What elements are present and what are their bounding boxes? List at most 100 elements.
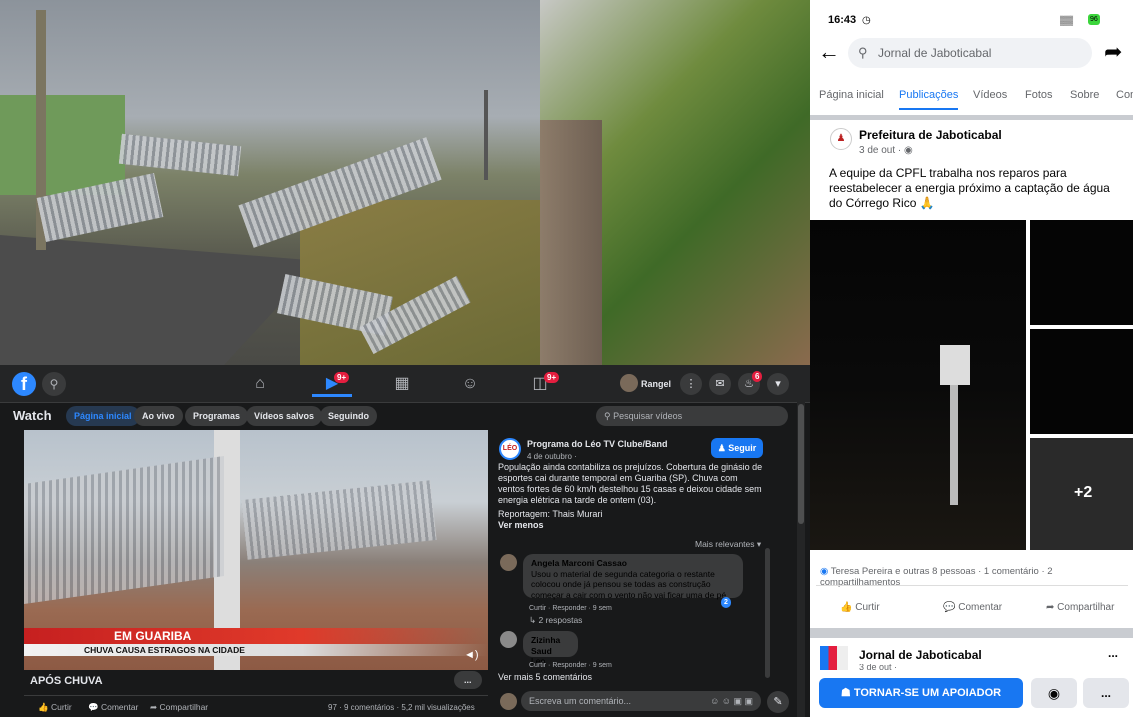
collapsed-roof: [24, 455, 224, 605]
menu-grid-icon[interactable]: ⋮: [680, 373, 702, 395]
account-dropdown-icon[interactable]: ▾: [767, 373, 789, 395]
become-supporter-button[interactable]: ☗ TORNAR-SE UM APOIADOR: [819, 678, 1023, 708]
post-photo-main[interactable]: [810, 220, 1026, 550]
comment-meta[interactable]: Curtir · Responder · 9 sem: [529, 660, 612, 671]
commenter-avatar[interactable]: [500, 631, 517, 648]
back-arrow-icon[interactable]: ←: [818, 40, 840, 64]
bucket-truck: [940, 345, 970, 385]
tab-sobre[interactable]: Sobre: [1070, 89, 1099, 101]
video-more-button[interactable]: ...: [454, 671, 482, 689]
post-photo-2[interactable]: [1030, 220, 1133, 325]
tab-pagina-inicial[interactable]: Página inicial: [819, 89, 884, 101]
more-photos-count[interactable]: +2: [1074, 484, 1092, 502]
like-button[interactable]: 👍 Curtir: [38, 702, 72, 713]
search-icon[interactable]: ⚲: [42, 372, 66, 396]
channel-logo[interactable]: LÉO: [499, 438, 521, 460]
next-post-date[interactable]: 3 de out ·: [859, 664, 897, 671]
chip-programas[interactable]: Programas: [185, 406, 249, 426]
section-divider: [810, 628, 1133, 638]
post-date[interactable]: 3 de out · ◉: [859, 145, 913, 156]
green-building: [0, 95, 125, 195]
chip-pagina-inicial[interactable]: Página inicial: [66, 406, 140, 426]
profile-avatar[interactable]: [620, 374, 638, 392]
commenter-avatar[interactable]: [500, 554, 517, 571]
tab-contact[interactable]: Con: [1116, 89, 1133, 101]
share-label: Compartilhar: [1057, 602, 1115, 613]
commenter-name[interactable]: Angela Marconi Cassao: [531, 558, 735, 569]
prefeitura-logo-icon[interactable]: ♟: [830, 128, 852, 150]
comment-label: Comentar: [100, 702, 139, 712]
comment-reactions[interactable]: 2: [721, 597, 731, 608]
volume-icon[interactable]: ◄): [464, 650, 479, 661]
post-date[interactable]: 4 de outubro ·: [527, 451, 577, 462]
next-post-more[interactable]: ...: [1108, 647, 1118, 659]
storm-damage-photo-left: [0, 0, 540, 365]
facebook-logo-icon[interactable]: f: [12, 372, 36, 396]
tab-fotos[interactable]: Fotos: [1025, 89, 1053, 101]
channel-name[interactable]: Programa do Léo TV Clube/Band: [527, 439, 668, 450]
video-title: APÓS CHUVA: [30, 675, 103, 687]
supporter-icon: ☗: [840, 687, 854, 699]
chip-videos-salvos[interactable]: Vídeos salvos: [246, 406, 323, 426]
share-button[interactable]: ➦ Compartilhar: [150, 702, 208, 713]
home-icon[interactable]: ⌂: [240, 371, 280, 397]
sort-dropdown[interactable]: Mais relevantes ▾: [695, 539, 761, 550]
comments-scrollbar[interactable]: [765, 548, 770, 678]
mobile-facebook-page: 16:43 ◷ ▓▓ 96 ← ⚲ Jornal de Jaboticabal …: [810, 0, 1133, 717]
jornal-logo-icon[interactable]: [820, 646, 848, 670]
tab-videos[interactable]: Vídeos: [973, 89, 1007, 101]
groups-icon[interactable]: ☺: [450, 371, 490, 397]
search-videos-input[interactable]: ⚲ Pesquisar vídeos: [596, 406, 788, 426]
post-date-text: 3 de out ·: [859, 145, 902, 156]
comment-input[interactable]: Escreva um comentário... ☺ ☺ ▣ ▣: [521, 691, 761, 711]
post-photo-3[interactable]: [1030, 329, 1133, 434]
messenger-icon[interactable]: ✉: [709, 373, 731, 395]
signal-icon: ▓▓: [1060, 15, 1074, 25]
marketplace-icon[interactable]: ▦: [382, 371, 422, 397]
post-photo-4[interactable]: +2: [1030, 438, 1133, 550]
search-icon: ⚲: [858, 45, 868, 60]
like-label: Curtir: [855, 602, 880, 613]
comment-meta[interactable]: Curtir · Responder · 9 sem: [529, 603, 612, 614]
watch-badge: 9+: [334, 372, 350, 383]
comment-button[interactable]: 💬 Comentar: [88, 702, 138, 713]
post-author[interactable]: Prefeitura de Jaboticabal: [859, 128, 1002, 142]
profile-name[interactable]: Rangel: [641, 379, 671, 390]
search-icon: ⚲: [604, 411, 614, 421]
tab-publicacoes[interactable]: Publicações: [899, 89, 959, 110]
share-label: Compartilhar: [159, 702, 209, 712]
see-less-link[interactable]: Ver menos: [498, 520, 544, 531]
brick-wall: [540, 120, 602, 365]
commenter-name[interactable]: Zizinha Saud: [531, 635, 570, 656]
storm-damage-photo-right: [540, 0, 810, 365]
emoji-icons[interactable]: ☺ ☺ ▣ ▣: [710, 691, 753, 711]
section-divider: [810, 115, 1133, 120]
messenger-button[interactable]: ◉: [1031, 678, 1077, 708]
page-scrollbar[interactable]: [797, 380, 805, 717]
like-label: Curtir: [50, 702, 72, 712]
page-search-input[interactable]: ⚲ Jornal de Jaboticabal: [848, 38, 1092, 68]
comment-button[interactable]: 💬 Comentar: [943, 602, 1002, 613]
video-player[interactable]: EM GUARIBA CHUVA CAUSA ESTRAGOS NA CIDAD…: [24, 430, 488, 670]
more-comments-link[interactable]: Ver mais 5 comentários: [498, 672, 592, 683]
replies-link[interactable]: ↳ 2 respostas: [529, 615, 582, 626]
like-button[interactable]: 👍 Curtir: [840, 602, 880, 613]
globe-icon: ◉: [904, 145, 913, 156]
alarm-icon: ◷: [862, 15, 871, 26]
more-options-button[interactable]: ...: [1083, 678, 1129, 708]
collapsed-roof: [241, 480, 437, 560]
notifications-badge: 6: [752, 371, 763, 382]
share-arrow-icon[interactable]: ➦: [1104, 40, 1122, 64]
sort-label: Mais relevantes: [695, 539, 755, 549]
scrollbar-thumb[interactable]: [798, 404, 804, 524]
follow-button[interactable]: ♟ Seguir: [711, 438, 763, 458]
video-details-panel: LÉO Programa do Léo TV Clube/Band 4 de o…: [495, 430, 795, 715]
comment-label: Comentar: [958, 602, 1003, 613]
next-post-author[interactable]: Jornal de Jaboticabal: [859, 648, 982, 662]
chip-ao-vivo[interactable]: Ao vivo: [134, 406, 183, 426]
my-avatar: [500, 693, 517, 710]
messenger-icon: ◉: [1047, 685, 1061, 701]
new-message-icon[interactable]: ✎: [767, 691, 789, 713]
chip-seguindo[interactable]: Seguindo: [320, 406, 377, 426]
share-button[interactable]: ➦ Compartilhar: [1046, 602, 1114, 613]
